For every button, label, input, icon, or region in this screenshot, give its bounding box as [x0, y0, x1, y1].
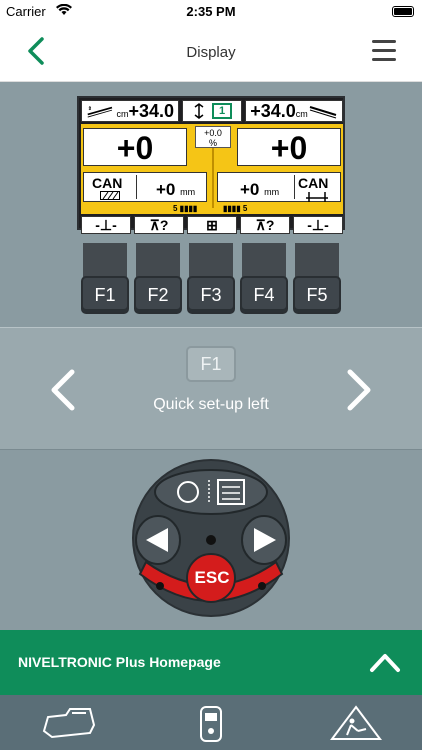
screen-bottom-row: ‑⊥‑ ⊼? ⊞ ⊼? ‑⊥‑ — [81, 216, 343, 234]
left-top-value: +34.0 — [128, 100, 174, 121]
svg-text:⇕: ⇕ — [88, 106, 92, 112]
f3-button[interactable]: F3 — [187, 276, 235, 314]
right-can-reading: +0 mm — [240, 180, 280, 199]
screen-button-4: ⊼? — [240, 216, 290, 234]
navigation-bar: Display — [0, 22, 422, 82]
machine-screen: ⇕ cm +34.0 1 +34.0 cm +0 +0.0 % +0 CAN +… — [77, 96, 345, 234]
right-top-value: +34.0 — [250, 100, 296, 121]
screen-top-row: ⇕ cm +34.0 1 +34.0 cm — [81, 100, 343, 122]
screen-button-1: ‑⊥‑ — [81, 216, 131, 234]
percent-indicator: +0.0 % — [195, 126, 231, 148]
settings-key[interactable] — [154, 469, 268, 515]
left-can-label: CAN — [92, 175, 123, 191]
control-keypad — [132, 459, 290, 617]
screen-button-3: ⊞ — [187, 216, 237, 234]
status-area: +0 +0.0 % +0 CAN +0 mm +0 mm CAN 5 ▮▮▮▮ … — [81, 124, 343, 214]
homepage-link[interactable]: NIVELTRONIC Plus Homepage — [18, 654, 221, 670]
left-arrow-key[interactable] — [135, 515, 181, 565]
percent-value: +0.0 — [204, 128, 222, 138]
next-chevron-icon[interactable] — [344, 368, 374, 412]
battery-icon — [392, 6, 414, 17]
selected-key-indicator: F1 — [186, 346, 236, 382]
center-mode-value: 1 — [211, 103, 233, 119]
display-panel: ⇕ cm +34.0 1 +34.0 cm +0 +0.0 % +0 CAN +… — [0, 83, 422, 327]
center-divider — [212, 148, 214, 208]
page-title: Display — [186, 44, 236, 61]
status-bar: Carrier 2:35 PM — [0, 0, 422, 22]
fkey-column-4: F4 — [240, 243, 288, 315]
hatched-sensor-icon — [100, 191, 120, 200]
right-slope-readout: +34.0 cm — [245, 100, 343, 122]
center-indicator: 1 — [182, 100, 242, 122]
left-signal-bars: 5 ▮▮▮▮ — [173, 204, 198, 213]
left-big-value: +0 — [83, 128, 187, 166]
clock: 2:35 PM — [186, 4, 236, 19]
mode-arrow-icon — [194, 103, 204, 119]
right-unit: cm — [295, 109, 308, 119]
chevron-up-icon[interactable] — [368, 648, 402, 674]
f5-button[interactable]: F5 — [293, 276, 341, 314]
construction-sign-icon[interactable] — [326, 703, 386, 743]
left-can-divider — [136, 175, 137, 199]
paver-icon[interactable] — [38, 703, 98, 743]
slope-sensor-icon — [309, 106, 337, 119]
right-arrow-key[interactable] — [241, 515, 287, 565]
left-slope-readout: ⇕ cm +34.0 — [81, 100, 179, 122]
f2-button[interactable]: F2 — [134, 276, 182, 314]
left-unit: cm — [116, 109, 129, 119]
function-info-panel: F1 Quick set-up left — [0, 327, 422, 450]
tab-bar — [0, 695, 422, 750]
left-can-box: CAN +0 mm — [83, 172, 207, 202]
right-can-divider — [294, 175, 295, 199]
right-big-value: +0 — [237, 128, 341, 166]
right-can-box: +0 mm CAN — [217, 172, 341, 202]
fkey-column-3: F3 — [187, 243, 235, 315]
ski-sensor-icon — [306, 192, 328, 202]
f4-button[interactable]: F4 — [240, 276, 288, 314]
fkey-column-2: F2 — [134, 243, 182, 315]
screen-button-5: ‑⊥‑ — [293, 216, 343, 234]
percent-unit: % — [208, 138, 217, 148]
keypad-panel: ESC — [0, 450, 422, 630]
right-can-label: CAN — [298, 175, 329, 191]
screen-button-2: ⊼? — [134, 216, 184, 234]
esc-key-label: ESC — [194, 568, 230, 587]
slope-sensor-icon: ⇕ — [87, 106, 113, 118]
fkey-column-5: F5 — [293, 243, 341, 315]
left-can-reading: +0 mm — [156, 180, 196, 199]
homepage-bar[interactable]: NIVELTRONIC Plus Homepage — [0, 630, 422, 695]
right-signal-bars: ▮▮▮▮ 5 — [223, 204, 248, 213]
function-keys: F1 F2 F3 F4 F5 — [81, 243, 341, 315]
hamburger-menu-icon[interactable] — [372, 40, 396, 62]
fkey-column-1: F1 — [81, 243, 129, 315]
remote-control-icon[interactable] — [181, 703, 241, 743]
f1-button[interactable]: F1 — [81, 276, 129, 314]
center-dot — [206, 535, 216, 545]
